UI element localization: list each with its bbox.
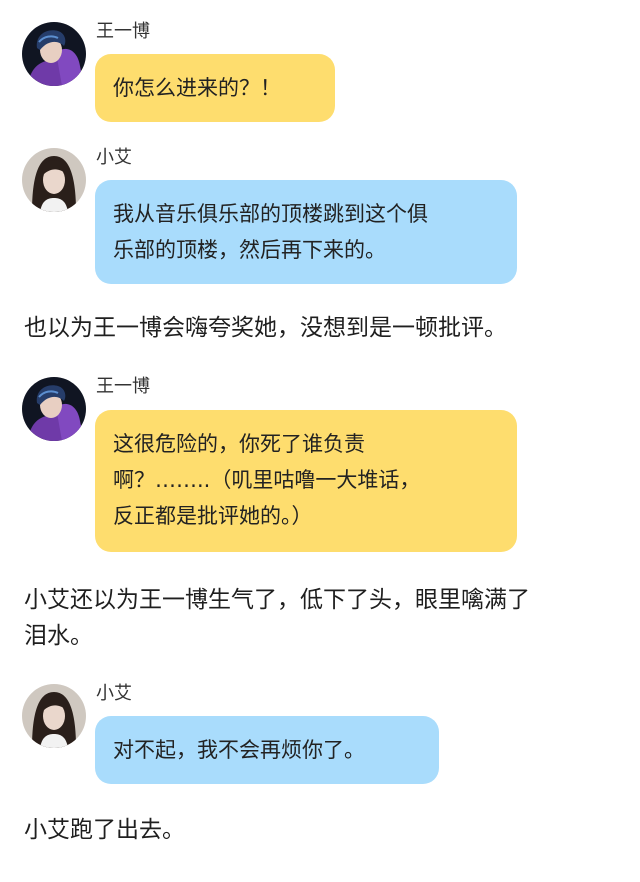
sender-name: 小艾 bbox=[96, 147, 132, 168]
chat-bubble[interactable]: 我从音乐俱乐部的顶楼跳到这个俱 乐部的顶楼，然后再下来的。 bbox=[95, 180, 517, 284]
narration-line: 小艾跑了出去。 bbox=[24, 817, 185, 843]
narration-line: 也以为王一博会嗨夸奖她，没想到是一顿批评。 bbox=[24, 315, 507, 341]
sender-name: 王一博 bbox=[96, 21, 150, 42]
bubble-text-line: 乐部的顶楼，然后再下来的。 bbox=[113, 238, 386, 262]
bubble-text-line: 啊？……..（叽里咕噜一大堆话， bbox=[113, 468, 421, 492]
chat-bubble[interactable]: 对不起，我不会再烦你了。 bbox=[95, 716, 439, 784]
bubble-text-line: 我从音乐俱乐部的顶楼跳到这个俱 bbox=[113, 202, 428, 226]
bubble-text-line: 你怎么进来的？！ bbox=[113, 76, 281, 100]
boy-purple-hoodie-avatar[interactable] bbox=[22, 377, 86, 441]
narration-text: 小艾还以为王一博生气了，低下了头，眼里噙满了 泪水。 bbox=[24, 582, 620, 654]
bubble-text-line: 反正都是批评她的。） bbox=[113, 504, 313, 528]
sender-name: 王一博 bbox=[96, 376, 150, 397]
sender-name: 小艾 bbox=[96, 683, 132, 704]
boy-purple-hoodie-avatar[interactable] bbox=[22, 22, 86, 86]
chat-bubble[interactable]: 这很危险的，你死了谁负责 啊？……..（叽里咕噜一大堆话， 反正都是批评她的。） bbox=[95, 410, 517, 552]
girl-long-hair-avatar[interactable] bbox=[22, 684, 86, 748]
chat-bubble[interactable]: 你怎么进来的？！ bbox=[95, 54, 335, 122]
narration-text: 也以为王一博会嗨夸奖她，没想到是一顿批评。 bbox=[24, 310, 620, 346]
narration-line: 小艾还以为王一博生气了，低下了头，眼里噙满了 bbox=[24, 587, 530, 613]
narration-text: 小艾跑了出去。 bbox=[24, 812, 620, 848]
narration-line: 泪水。 bbox=[24, 623, 93, 649]
bubble-text-line: 对不起，我不会再烦你了。 bbox=[113, 738, 365, 762]
girl-long-hair-avatar[interactable] bbox=[22, 148, 86, 212]
bubble-text-line: 这很危险的，你死了谁负责 bbox=[113, 432, 365, 456]
